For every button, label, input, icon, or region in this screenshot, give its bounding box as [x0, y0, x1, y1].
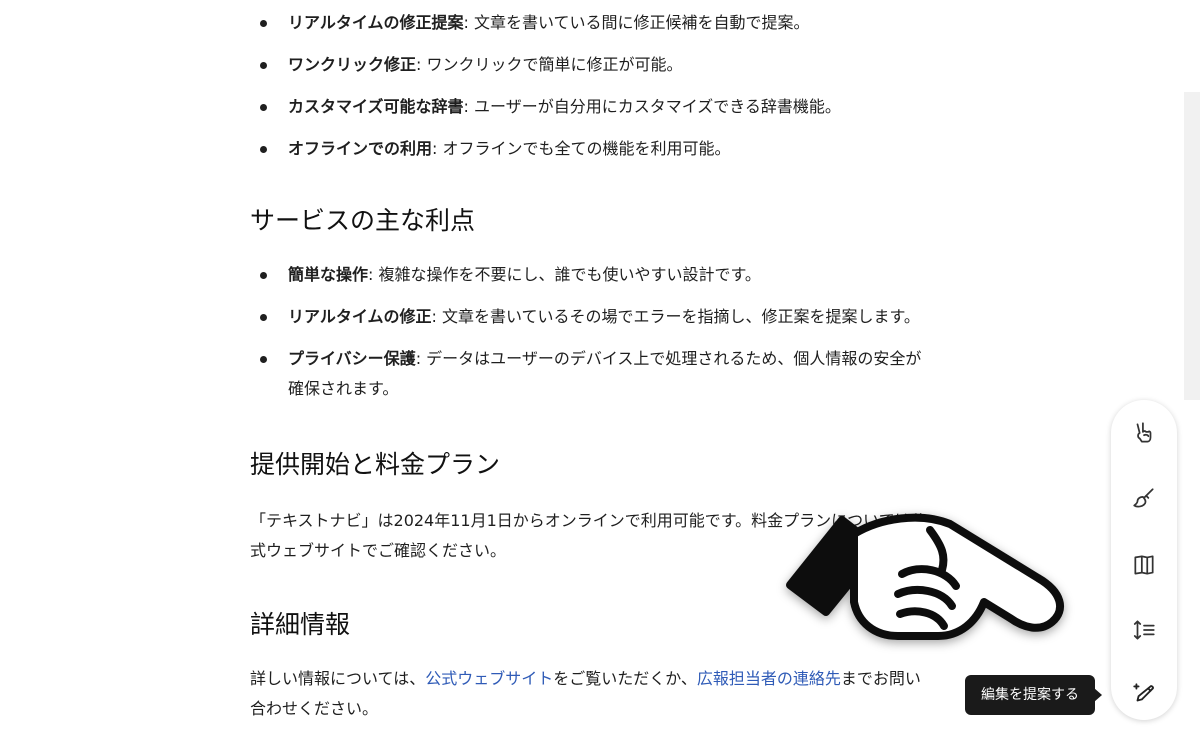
list-item: 簡単な操作: 複雑な操作を不要にし、誰でも使いやすい設計です。 [250, 260, 930, 290]
list-item: プライバシー保護: データはユーザーのデバイス上で処理されるため、個人情報の安全… [250, 344, 930, 404]
list-item: リアルタイムの修正: 文章を書いているその場でエラーを指摘し、修正案を提案します… [250, 302, 930, 332]
list-item-desc: : 文章を書いているその場でエラーを指摘し、修正案を提案します。 [431, 307, 920, 326]
list-item-desc: : ワンクリックで簡単に修正が可能。 [416, 55, 683, 74]
floating-toolbar [1111, 400, 1177, 720]
book-icon [1134, 555, 1154, 575]
list-item-term: カスタマイズ可能な辞書 [288, 97, 464, 116]
suggest-edit-tooltip: 編集を提案する [965, 675, 1102, 715]
reader-button[interactable] [1124, 545, 1164, 585]
paragraph: 詳しい情報については、公式ウェブサイトをご覧いただくか、広報担当者の連絡先までお… [250, 664, 930, 724]
list-item-term: リアルタイムの修正提案 [288, 13, 464, 32]
paragraph-text: 詳しい情報については、 [250, 669, 426, 688]
press-contact-link[interactable]: 広報担当者の連絡先 [697, 669, 841, 688]
list-item-desc: : ユーザーが自分用にカスタマイズできる辞書機能。 [463, 97, 841, 116]
list-item-desc: : 複雑な操作を不要にし、誰でも使いやすい設計です。 [368, 265, 761, 284]
pointing-hand-icon [786, 513, 1064, 640]
line-spacing-icon [1133, 620, 1155, 640]
section-heading: 詳細情報 [250, 610, 351, 639]
pen-sparkle-icon [1133, 683, 1154, 702]
list-item: リアルタイムの修正提案: 文章を書いている間に修正候補を自動で提案。 [250, 8, 930, 38]
paragraph-text: をご覧いただくか、 [553, 669, 697, 688]
suggest-edit-button[interactable] [1124, 674, 1164, 714]
list-item: カスタマイズ可能な辞書: ユーザーが自分用にカスタマイズできる辞書機能。 [250, 92, 930, 122]
section-heading: サービスの主な利点 [250, 206, 476, 235]
list-item-term: リアルタイムの修正 [288, 307, 432, 326]
official-website-link[interactable]: 公式ウェブサイト [425, 669, 553, 688]
list-item: ワンクリック修正: ワンクリックで簡単に修正が可能。 [250, 50, 930, 80]
paintbrush-icon [1133, 488, 1154, 508]
section-heading: 提供開始と料金プラン [250, 450, 501, 479]
list-item-term: ワンクリック修正 [288, 55, 417, 74]
style-button[interactable] [1124, 479, 1164, 519]
scrollbar[interactable] [1184, 92, 1200, 400]
peace-hand-icon [1136, 422, 1152, 443]
line-spacing-button[interactable] [1124, 610, 1164, 650]
list-item-term: オフラインでの利用 [288, 139, 433, 158]
benefits-list: 簡単な操作: 複雑な操作を不要にし、誰でも使いやすい設計です。 リアルタイムの修… [250, 260, 930, 416]
list-item-desc: : 文章を書いている間に修正候補を自動で提案。 [463, 13, 810, 32]
gesture-button[interactable] [1124, 413, 1164, 453]
list-item-desc: : オフラインでも全ての機能を利用可能。 [432, 139, 731, 158]
list-item: オフラインでの利用: オフラインでも全ての機能を利用可能。 [250, 134, 930, 164]
list-item-term: プライバシー保護 [288, 349, 416, 368]
list-item-term: 簡単な操作 [288, 265, 369, 284]
feature-list: リアルタイムの修正提案: 文章を書いている間に修正候補を自動で提案。 ワンクリッ… [250, 8, 930, 176]
page: リアルタイムの修正提案: 文章を書いている間に修正候補を自動で提案。 ワンクリッ… [0, 0, 1200, 750]
